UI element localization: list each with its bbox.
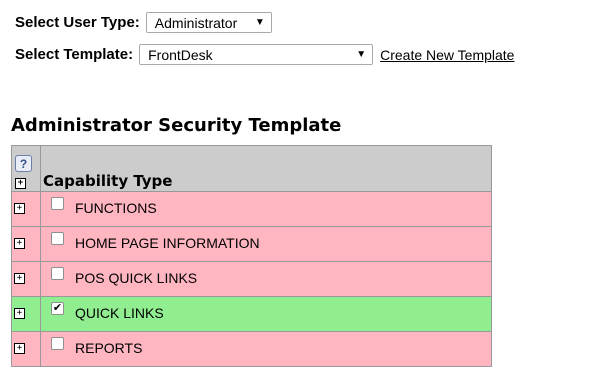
capability-checkbox[interactable]	[51, 337, 64, 350]
expand-cell: +	[11, 331, 41, 367]
expand-all-icon[interactable]: +	[15, 178, 26, 189]
expand-icon[interactable]: +	[14, 343, 25, 354]
capability-table: ? + Capability Type + FUNCTIONS + HOME PAGE…	[11, 145, 492, 367]
capability-checkbox[interactable]	[51, 197, 64, 210]
create-new-template-link[interactable]: Create New Template	[380, 47, 514, 63]
table-row: + FUNCTIONS	[11, 191, 492, 227]
capability-cell: REPORTS	[40, 331, 492, 367]
capability-label: REPORTS	[75, 340, 143, 356]
template-label: Select Template:	[15, 46, 134, 63]
expand-icon[interactable]: +	[14, 273, 25, 284]
dropdown-arrow-icon: ▼	[356, 49, 367, 60]
template-value: FrontDesk	[148, 46, 213, 63]
template-row: Select Template: FrontDesk ▼ Create New …	[15, 44, 514, 65]
capability-cell: FUNCTIONS	[40, 191, 492, 227]
expand-cell: +	[11, 296, 41, 332]
capability-checkbox[interactable]: ✔	[51, 302, 64, 315]
capability-cell: HOME PAGE INFORMATION	[40, 226, 492, 262]
capability-label: QUICK LINKS	[75, 305, 164, 321]
capability-checkbox[interactable]	[51, 267, 64, 280]
table-header-row: ? + Capability Type	[11, 145, 492, 192]
expand-icon[interactable]: +	[14, 203, 25, 214]
section-title: Administrator Security Template	[11, 115, 342, 136]
dropdown-arrow-icon: ▼	[254, 17, 265, 28]
user-type-row: Select User Type: Administrator ▼	[15, 12, 272, 33]
capability-cell: ✔ QUICK LINKS	[40, 296, 492, 332]
expand-icon[interactable]: +	[14, 308, 25, 319]
capability-label: FUNCTIONS	[75, 200, 157, 216]
expand-cell: +	[11, 191, 41, 227]
expand-cell: +	[11, 261, 41, 297]
table-row: + REPORTS	[11, 331, 492, 367]
capability-label: POS QUICK LINKS	[75, 270, 198, 286]
capability-label: HOME PAGE INFORMATION	[75, 235, 260, 251]
user-type-label: Select User Type:	[15, 14, 140, 31]
header-icon-cell: ? +	[11, 145, 41, 192]
capability-cell: POS QUICK LINKS	[40, 261, 492, 297]
user-type-value: Administrator	[154, 14, 238, 31]
capability-type-header: Capability Type	[40, 145, 492, 192]
template-select[interactable]: FrontDesk ▼	[139, 44, 374, 65]
expand-icon[interactable]: +	[14, 238, 25, 249]
table-row: + POS QUICK LINKS	[11, 261, 492, 297]
capability-checkbox[interactable]	[51, 232, 64, 245]
table-row: + HOME PAGE INFORMATION	[11, 226, 492, 262]
help-icon[interactable]: ?	[15, 155, 32, 172]
expand-cell: +	[11, 226, 41, 262]
table-row: + ✔ QUICK LINKS	[11, 296, 492, 332]
user-type-select[interactable]: Administrator ▼	[145, 12, 272, 33]
